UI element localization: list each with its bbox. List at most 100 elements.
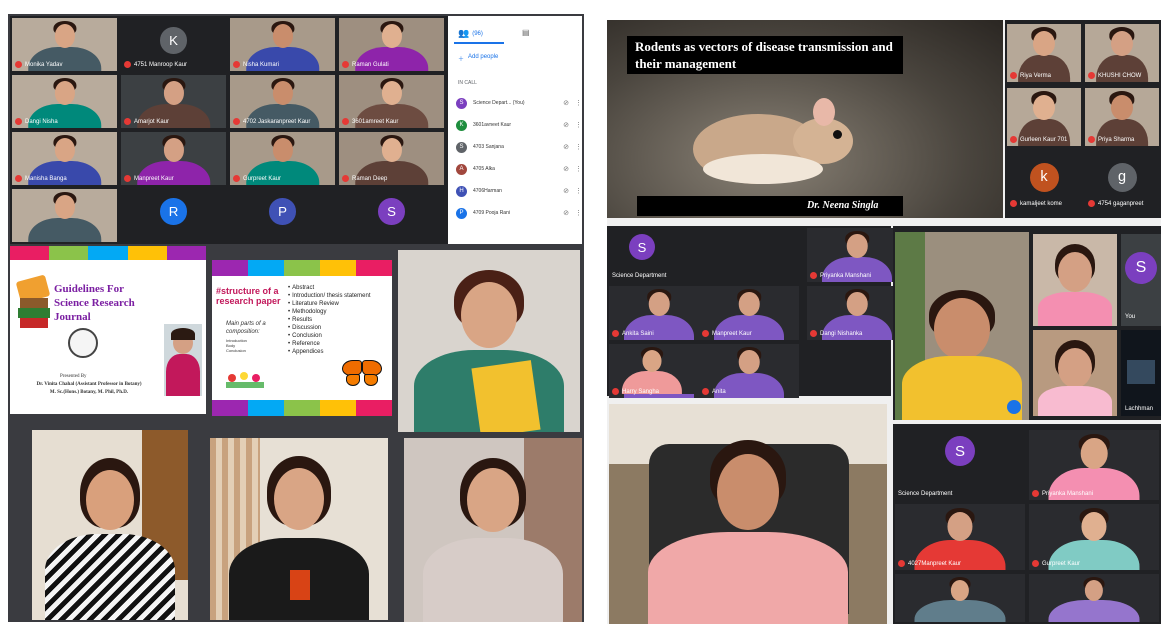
mic-off-icon[interactable]: ⊘ — [563, 209, 569, 217]
participant-name-label: Raman Deep — [342, 175, 387, 182]
presenter-thumbnail — [164, 324, 202, 396]
people-count: (96) — [472, 30, 483, 37]
mic-off-icon — [124, 118, 131, 125]
participant-tile: Ankita Saini — [609, 286, 709, 340]
participant-tile — [12, 189, 117, 242]
mic-off-icon — [233, 118, 240, 125]
mic-off-icon — [1088, 136, 1095, 143]
participant-face — [381, 24, 402, 48]
participant-face — [54, 195, 75, 219]
person-avatar: P — [456, 207, 467, 219]
participant-face — [1110, 94, 1134, 121]
add-person-icon: ＋ — [458, 57, 465, 63]
participant-tile — [1029, 574, 1159, 622]
people-list-row[interactable]: P 4709 Pooja Rani ⊘ ⋮ — [448, 202, 582, 224]
mic-off-icon — [612, 388, 619, 395]
more-options-icon[interactable]: ⋮ — [575, 165, 582, 173]
principal-photo — [609, 404, 887, 624]
bullet-text: Discussion — [292, 325, 322, 331]
more-options-icon[interactable]: ⋮ — [575, 99, 582, 107]
people-list-row[interactable]: H 4706Harman ⊘ ⋮ — [448, 180, 582, 202]
more-options-icon[interactable]: ⋮ — [575, 143, 582, 151]
people-tab[interactable]: 👥 (96) — [458, 28, 483, 39]
rodent-credit: Dr. Neena Singla — [807, 200, 879, 211]
participant-face — [1032, 94, 1056, 121]
you-tile: S You — [1121, 234, 1161, 326]
participant-face — [54, 138, 75, 162]
bullet-text: Appendices — [292, 349, 324, 355]
mic-off-icon[interactable]: ⊘ — [563, 165, 569, 173]
more-options-icon[interactable]: ⋮ — [575, 209, 582, 217]
participant-face — [738, 292, 760, 317]
participant-name-label: kamaljeet kome — [1010, 200, 1062, 207]
mic-off-icon — [342, 118, 349, 125]
mic-off-icon[interactable]: ⊘ — [563, 99, 569, 107]
participant-name-label: 4751 Manroop Kaur — [124, 61, 187, 68]
bullet-dot: • — [288, 317, 291, 323]
slide-color-bar — [10, 246, 206, 260]
person-name: 4709 Pooja Rani — [473, 210, 510, 216]
bullet-item: • Reference — [288, 340, 390, 348]
person-name: 4703 Sanjana — [473, 144, 504, 150]
add-people-button[interactable]: ＋ Add people — [458, 54, 498, 63]
slide2-color-bar — [212, 260, 392, 276]
participant-tile: Dangi Nishanka — [807, 286, 907, 340]
mic-off-icon — [1032, 560, 1039, 567]
composition-part: Conclusion — [226, 348, 246, 353]
participant-name: Riya Verma — [1020, 72, 1052, 79]
participant-name: Dangi Nishanka — [820, 330, 863, 337]
mic-off-icon — [702, 388, 709, 395]
participant-name: 4751 Manroop Kaur — [134, 61, 188, 68]
more-options-icon[interactable]: ⋮ — [575, 187, 582, 195]
self-avatar: S — [629, 234, 655, 260]
participant-tile: Gurpreet Kaur — [1029, 504, 1159, 570]
participant-name-label: Manisha Banga — [15, 175, 67, 182]
participant-name-label: Raman Gulati — [342, 61, 389, 68]
people-list-row[interactable]: S 4703 Sanjana ⊘ ⋮ — [448, 136, 582, 158]
self-avatar: S — [945, 436, 975, 466]
mic-off-icon — [1032, 490, 1039, 497]
participant-name: Amarjot Kaur — [134, 118, 170, 125]
participant-name-label: Dangi Nisha — [15, 118, 58, 125]
bullet-text: Conclusion — [292, 333, 322, 339]
participant-name: 4027Manpreet Kaur — [908, 560, 962, 567]
more-options-icon[interactable]: ⋮ — [575, 121, 582, 129]
person-name: Science Depart... (You) — [473, 100, 525, 106]
participant-tile: Manpreet Kaur — [699, 286, 799, 340]
mic-off-icon[interactable]: ⊘ — [563, 187, 569, 195]
bullet-item: • Conclusion — [288, 332, 390, 340]
mic-off-icon[interactable]: ⊘ — [563, 121, 569, 129]
participant-face — [947, 511, 973, 541]
mic-off-icon — [1088, 72, 1095, 79]
people-panel: 👥 (96) ▤ ＋ Add people IN CALL S Science D… — [448, 16, 582, 244]
mic-off-icon[interactable]: ⊘ — [563, 143, 569, 151]
participant-name-label: Ankita Saini — [612, 330, 654, 337]
participant-tile: P — [230, 189, 335, 242]
participant-face — [1081, 511, 1107, 541]
speaker-tile-5: Lachhman — [1121, 330, 1161, 416]
person-name: 4705 Alka — [473, 166, 495, 172]
participant-name: Manisha Banga — [25, 175, 67, 182]
mic-off-icon — [1010, 72, 1017, 79]
slide-title: Guidelines For Science Research Journal — [54, 283, 135, 323]
participant-tile: Riya Verma — [1007, 24, 1081, 82]
people-list-row[interactable]: A 4705 Alka ⊘ ⋮ — [448, 158, 582, 180]
people-list-row[interactable]: K 3601avneet Kaur ⊘ ⋮ — [448, 114, 582, 136]
chat-icon[interactable]: ▤ — [522, 28, 530, 37]
participant-face — [163, 81, 184, 105]
slide2-bottom-bar — [212, 400, 392, 416]
participant-face — [846, 292, 868, 317]
participant-name-label: Monika Yadav — [15, 61, 62, 68]
participant-tile: Amarjot Kaur — [121, 75, 226, 128]
book-reader-illustration — [14, 274, 54, 334]
presenter-degrees: M. Sc.(Hons.) Botany, M. Phil, Ph.D. — [49, 390, 129, 395]
bullet-text: Reference — [292, 341, 320, 347]
participant-name-label: Anita — [702, 388, 726, 395]
participant-photo-1 — [32, 430, 188, 620]
participant-avatar: R — [160, 198, 187, 225]
participant-name: Gurpreet Kaur — [243, 175, 282, 182]
people-list-row[interactable]: S Science Depart... (You) ⊘ ⋮ — [448, 92, 582, 114]
bullet-dot: • — [288, 333, 291, 339]
mic-off-icon — [15, 175, 22, 182]
participant-name-label: 4754 gaganpreet — [1088, 200, 1143, 207]
